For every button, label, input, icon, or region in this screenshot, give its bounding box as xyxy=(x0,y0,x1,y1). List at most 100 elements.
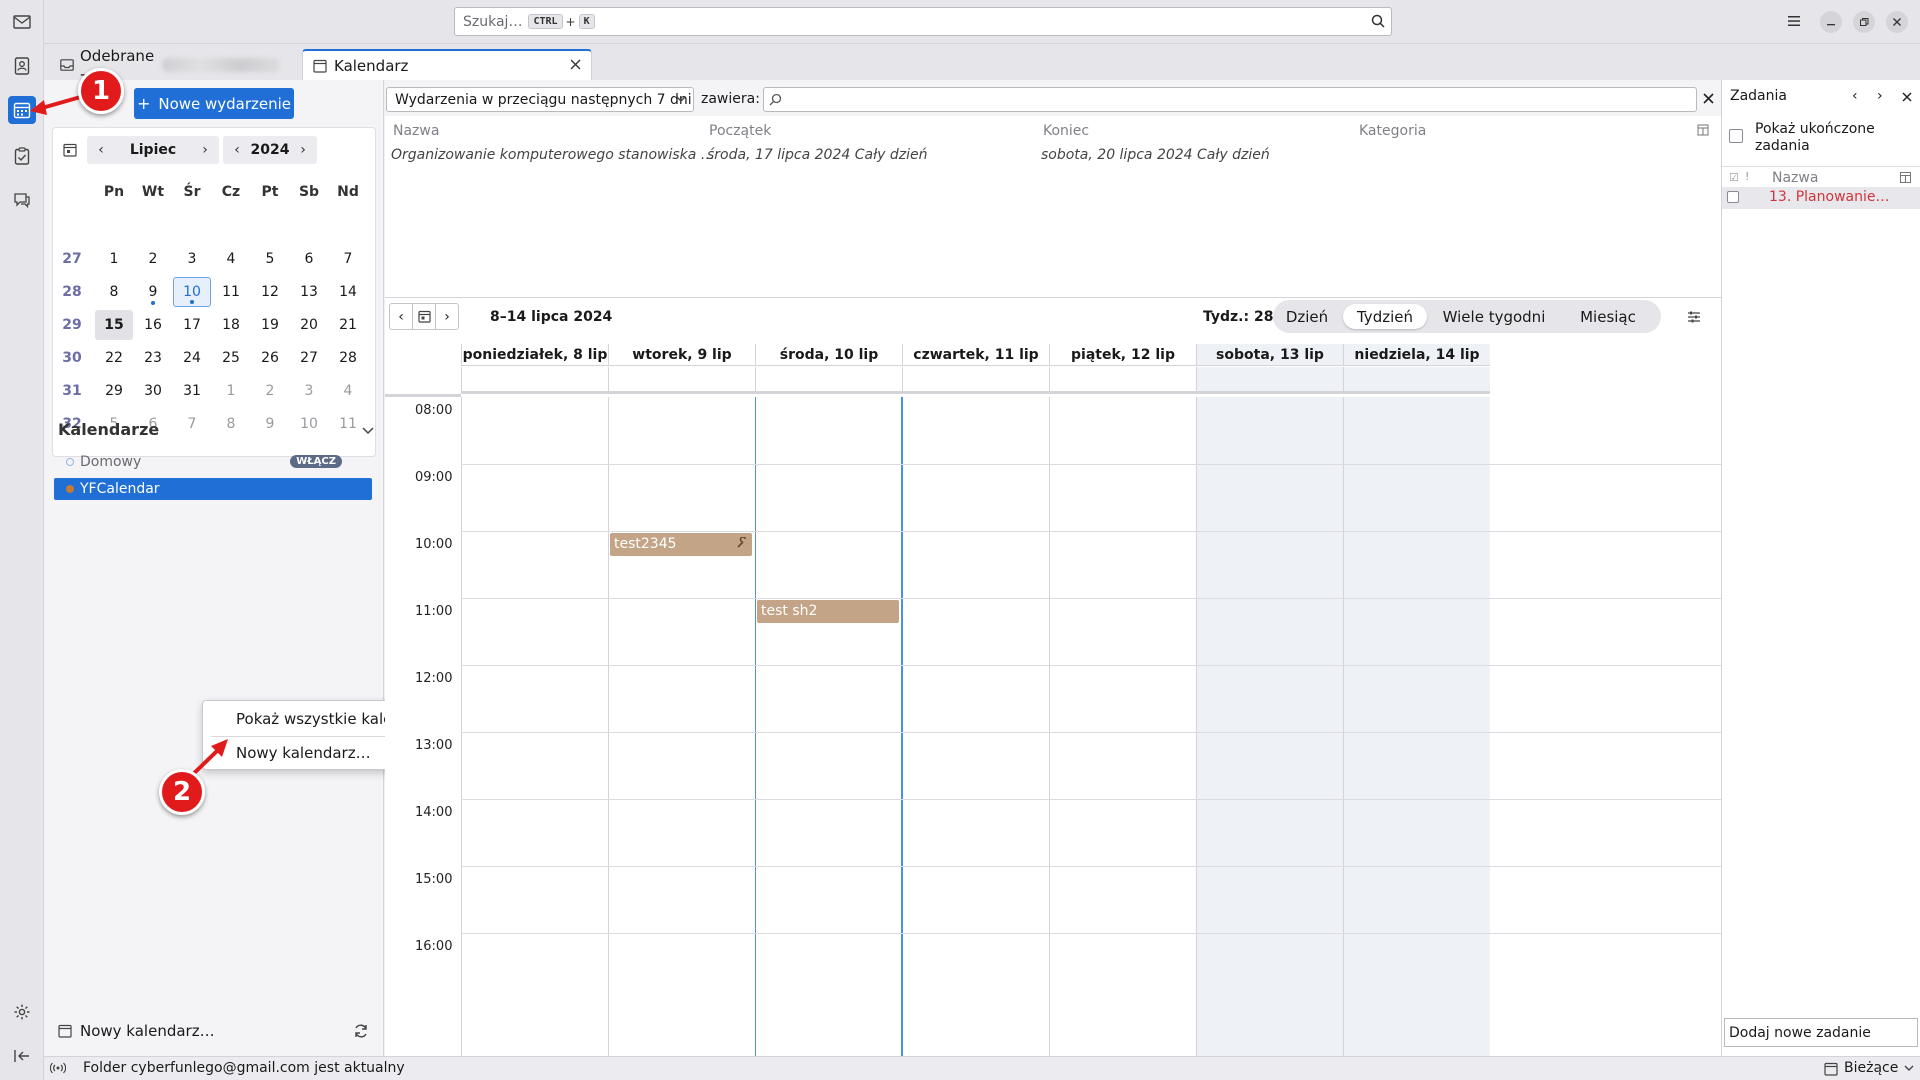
all-day-cell[interactable] xyxy=(1343,367,1490,394)
day-header[interactable]: wtorek, 9 lip xyxy=(608,344,755,366)
tasks-space-icon[interactable] xyxy=(8,142,36,170)
calendar-event[interactable]: test sh2 xyxy=(757,600,899,623)
day-cell[interactable]: 7 xyxy=(173,409,211,439)
event-search-input[interactable] xyxy=(763,87,1697,112)
sync-icon[interactable] xyxy=(353,1023,369,1039)
day-cell[interactable]: 7 xyxy=(329,244,367,274)
calendar-item-yfcalendar[interactable]: YFCalendar xyxy=(54,478,372,500)
day-cell[interactable]: 21 xyxy=(329,310,367,340)
chevron-down-icon[interactable] xyxy=(1904,1065,1914,1072)
day-cell[interactable]: 25 xyxy=(212,343,250,373)
today-calendar-icon[interactable] xyxy=(56,136,84,164)
column-picker-icon[interactable] xyxy=(1900,172,1911,183)
day-cell[interactable]: 10 xyxy=(290,409,328,439)
all-day-cell[interactable] xyxy=(902,367,1049,394)
column-header-start[interactable]: Początek xyxy=(709,123,771,139)
global-search-input[interactable]: Szukaj… CTRL + K xyxy=(454,7,1392,36)
task-column-name[interactable]: Nazwa xyxy=(1772,170,1818,186)
tab-month[interactable]: Miesiąc xyxy=(1563,304,1653,329)
day-cell[interactable]: 5 xyxy=(251,244,289,274)
day-cell[interactable]: 13 xyxy=(290,277,328,307)
day-cell[interactable]: 28 xyxy=(329,343,367,373)
next-year-icon[interactable]: › xyxy=(289,136,317,164)
collapse-spaces-icon[interactable] xyxy=(8,1042,36,1070)
clear-filter-icon[interactable] xyxy=(1703,93,1714,104)
day-cell[interactable]: 4 xyxy=(212,244,250,274)
day-cell[interactable]: 4 xyxy=(329,376,367,406)
event-range-select[interactable]: Wydarzenia w przeciągu następnych 7 dni xyxy=(386,87,694,112)
day-column[interactable] xyxy=(1049,397,1196,1056)
task-checkbox[interactable] xyxy=(1727,191,1739,203)
all-day-cell[interactable] xyxy=(608,367,755,394)
mail-icon[interactable] xyxy=(8,8,36,36)
calendar-item-domowy[interactable]: Domowy WŁĄCZ xyxy=(54,451,372,473)
tab-multiweek[interactable]: Wiele tygodni xyxy=(1433,304,1555,329)
day-cell[interactable]: 2 xyxy=(251,376,289,406)
chevron-down-icon[interactable] xyxy=(362,427,374,435)
next-week-icon[interactable]: › xyxy=(435,303,459,330)
day-column[interactable] xyxy=(1343,397,1490,1056)
calendar-space-icon[interactable] xyxy=(8,96,36,124)
new-calendar-button[interactable]: Nowy kalendarz… xyxy=(58,1022,215,1040)
today-icon[interactable] xyxy=(412,303,436,330)
day-cell[interactable]: 24 xyxy=(173,343,211,373)
app-menu-icon[interactable] xyxy=(1786,13,1802,29)
minimize-icon[interactable] xyxy=(1820,11,1842,33)
close-tab-icon[interactable] xyxy=(570,59,581,70)
day-cell[interactable]: 3 xyxy=(290,376,328,406)
day-cell[interactable]: 31 xyxy=(173,376,211,406)
day-column[interactable] xyxy=(461,397,608,1056)
day-cell[interactable]: 2 xyxy=(134,244,172,274)
all-day-cell[interactable] xyxy=(461,367,608,394)
day-column[interactable] xyxy=(902,397,1049,1056)
day-header[interactable]: czwartek, 11 lip xyxy=(902,344,1049,366)
settings-gear-icon[interactable] xyxy=(8,998,36,1026)
column-header-name[interactable]: Nazwa xyxy=(393,123,439,139)
close-pane-icon[interactable] xyxy=(1902,92,1912,102)
task-item[interactable]: 13. Planowanie… xyxy=(1722,187,1920,209)
address-book-icon[interactable] xyxy=(8,52,36,80)
day-cell[interactable]: 17 xyxy=(173,310,211,340)
day-cell[interactable]: 9 xyxy=(251,409,289,439)
next-icon[interactable]: › xyxy=(1877,88,1883,104)
day-cell[interactable]: 23 xyxy=(134,343,172,373)
today-pane-toggle[interactable]: Bieżące xyxy=(1844,1060,1898,1076)
day-cell[interactable]: 19 xyxy=(251,310,289,340)
day-header[interactable]: środa, 10 lip xyxy=(755,344,902,366)
all-day-cell[interactable] xyxy=(755,367,902,394)
day-cell[interactable]: 11 xyxy=(212,277,250,307)
all-day-cell[interactable] xyxy=(1196,367,1343,394)
prev-year-icon[interactable]: ‹ xyxy=(223,136,251,164)
show-completed-checkbox[interactable] xyxy=(1729,129,1743,143)
add-task-input[interactable]: Dodaj nowe zadanie xyxy=(1724,1018,1918,1047)
tab-week[interactable]: Tydzień xyxy=(1343,304,1427,329)
chat-space-icon[interactable] xyxy=(8,186,36,214)
day-cell[interactable]: 26 xyxy=(251,343,289,373)
day-cell[interactable]: 8 xyxy=(95,277,133,307)
column-header-category[interactable]: Kategoria xyxy=(1359,123,1426,139)
day-header[interactable]: niedziela, 14 lip xyxy=(1343,344,1490,366)
day-column[interactable] xyxy=(608,397,755,1056)
day-cell[interactable]: 29 xyxy=(95,376,133,406)
day-header[interactable]: piątek, 12 lip xyxy=(1049,344,1196,366)
day-header[interactable]: sobota, 13 lip xyxy=(1196,344,1343,366)
day-cell[interactable]: 10 xyxy=(173,277,211,307)
prev-icon[interactable]: ‹ xyxy=(1852,88,1858,104)
tab-calendar[interactable]: Kalendarz xyxy=(302,49,592,80)
day-cell[interactable]: 12 xyxy=(251,277,289,307)
new-event-button[interactable]: + Nowe wydarzenie xyxy=(134,88,294,119)
previous-week-icon[interactable]: ‹ xyxy=(389,303,413,330)
view-settings-icon[interactable] xyxy=(1687,310,1701,324)
restore-icon[interactable] xyxy=(1853,11,1875,33)
day-cell[interactable]: 6 xyxy=(290,244,328,274)
day-cell[interactable]: 20 xyxy=(290,310,328,340)
day-cell[interactable]: 1 xyxy=(95,244,133,274)
day-cell[interactable]: 1 xyxy=(212,376,250,406)
prev-month-icon[interactable]: ‹ xyxy=(87,136,115,164)
day-cell[interactable]: 3 xyxy=(173,244,211,274)
day-cell[interactable]: 8 xyxy=(212,409,250,439)
column-picker-icon[interactable] xyxy=(1697,124,1709,136)
day-cell[interactable]: 22 xyxy=(95,343,133,373)
day-cell[interactable]: 27 xyxy=(290,343,328,373)
day-cell[interactable]: 15 xyxy=(95,310,133,340)
